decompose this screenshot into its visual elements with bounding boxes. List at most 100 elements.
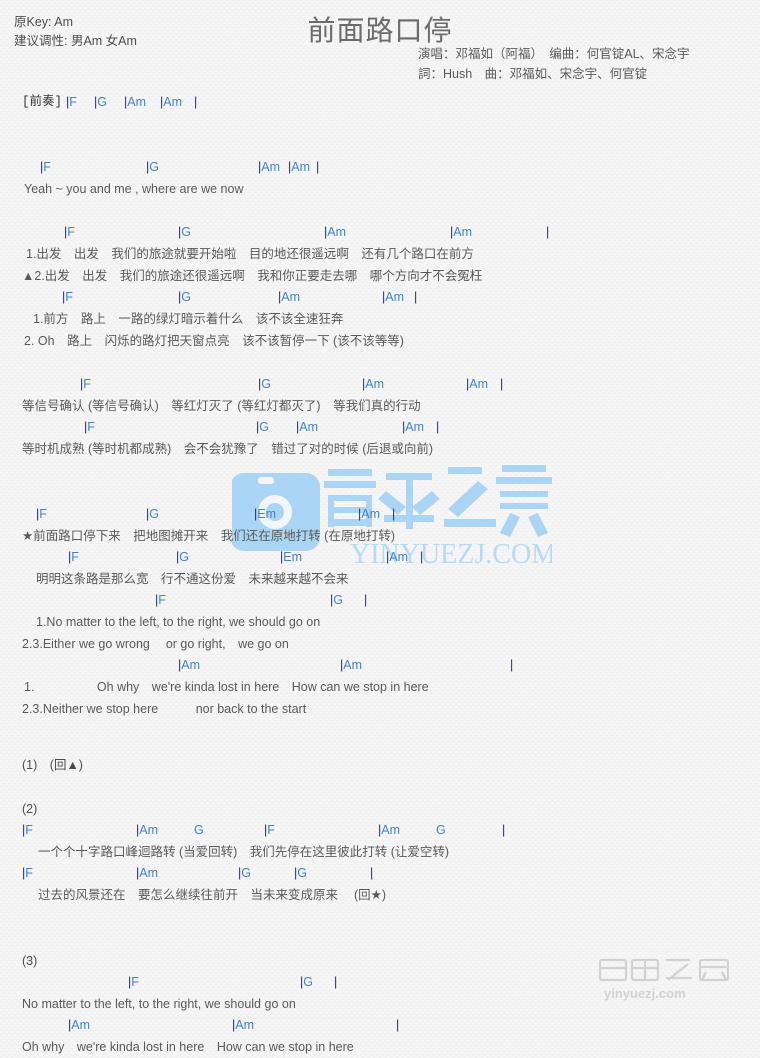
chord-symbol: G	[241, 866, 251, 880]
chord-symbol: Am	[343, 658, 362, 672]
part-2-chords-1: |F |Am G |F |Am G |	[0, 820, 760, 841]
chord-token: |Am	[358, 504, 380, 525]
lyric-text: 1.前方 路上 一路的绿灯暗示着什么 该不该全速狂奔	[33, 312, 344, 326]
intro-label: [前奏]	[22, 95, 63, 109]
bar-separator: |	[370, 866, 374, 880]
chord-token: |Em	[280, 547, 302, 568]
chord-symbol: Am	[291, 160, 310, 174]
page-title: 前面路口停	[307, 15, 453, 46]
chord-symbol: Am	[181, 658, 200, 672]
part-3-label: (3)	[0, 950, 760, 972]
intro-line: [前奏] |F |G |Am |Am |	[0, 92, 760, 113]
verse-2-lyric-2: 2. Oh 路上 闪烁的路灯把天窗点亮 该不该暂停一下 (该不该等等)	[0, 330, 760, 352]
chord-token: |F	[66, 92, 77, 113]
chorus-2-chords: |F |G |Em |Am |	[0, 547, 760, 568]
lyric-text: 一个个十字路口峰迴路转 (当爱回转) 我们先停在这里彼此打转 (让爱空转)	[38, 845, 450, 859]
chord-symbol: Em	[257, 507, 276, 521]
part-2-lyric-2-1: 过去的风景还在 要怎么继续往前开 当未来变成原来 (回★)	[0, 884, 760, 906]
lyric-text: No matter to the left, to the right, we …	[22, 997, 296, 1011]
chord-symbol: G	[181, 225, 191, 239]
chord-symbol: F	[87, 420, 95, 434]
chord-token: |F	[264, 820, 275, 841]
chord-symbol: Am	[405, 420, 424, 434]
bar-separator: |	[502, 823, 506, 837]
bar-separator: |	[396, 1018, 400, 1032]
bar-separator: |	[546, 225, 550, 239]
chord-symbol: G	[436, 823, 446, 837]
lyric-text: ★前面路口停下来 把地图摊开来 我们还在原地打转 (在原地打转)	[22, 529, 396, 543]
verse-2-chords: |F |G |Am |Am |	[0, 287, 760, 308]
chord-token: |Am	[232, 1015, 254, 1036]
chord-symbol: Am	[327, 225, 346, 239]
chord-symbol: Am	[381, 823, 400, 837]
chord-token: |Am	[466, 374, 488, 395]
chord-token: |	[392, 504, 395, 525]
chord-token: |F	[68, 547, 79, 568]
chord-token: |Am	[160, 92, 182, 113]
chord-symbol: Am	[71, 1018, 90, 1032]
credits: 演唱：邓福如（阿福） 编曲：何官锭AL、宋念宇 詞：Hush 曲：邓福如、宋念宇…	[418, 44, 690, 84]
chord-token: |F	[62, 287, 73, 308]
chord-symbol: G	[259, 420, 269, 434]
chord-token: |Am	[386, 547, 408, 568]
chord-symbol: G	[97, 95, 107, 109]
chord-symbol: F	[25, 823, 33, 837]
part-1-label-text: (1) (回▲)	[22, 758, 83, 772]
chord-symbol: F	[267, 823, 275, 837]
lyric-text: 1. Oh why we're kinda lost in here How c…	[24, 680, 429, 694]
chord-token: |Am	[362, 374, 384, 395]
part-3-chords-2: |Am |Am |	[0, 1015, 760, 1036]
bar-separator: |	[414, 290, 418, 304]
chord-token: |G	[238, 863, 251, 884]
chord-symbol: F	[25, 866, 33, 880]
chorus-2-lyric-1: 明明这条路是那么宽 行不通这份爱 未来越来越不会来	[0, 568, 760, 590]
chord-symbol: Am	[139, 866, 158, 880]
lyric-text: 2.3.Neither we stop here nor back to the…	[22, 702, 307, 716]
chord-symbol: F	[43, 160, 51, 174]
chord-token: |F	[64, 222, 75, 243]
chord-symbol: F	[65, 290, 73, 304]
bar-separator: |	[510, 658, 514, 672]
lyric-text: 1.出发 出发 我们的旅途就要开始啦 目的地还很遥远啊 还有几个路口在前方	[26, 247, 474, 261]
chorus-4-lyric-2: 2.3.Neither we stop here nor back to the…	[0, 698, 760, 720]
chord-symbol: Am	[299, 420, 318, 434]
verse-1-lyric-1: 1.出发 出发 我们的旅途就要开始啦 目的地还很遥远啊 还有几个路口在前方	[0, 243, 760, 265]
chord-symbol: F	[39, 507, 47, 521]
chord-token: |Am	[402, 417, 424, 438]
chord-symbol: Am	[281, 290, 300, 304]
chord-symbol: G	[303, 975, 313, 989]
part-2-lyric-1-1: 一个个十字路口峰迴路转 (当爱回转) 我们先停在这里彼此打转 (让爱空转)	[0, 841, 760, 863]
part-1-label: (1) (回▲)	[0, 754, 760, 776]
chord-token: |Am	[136, 863, 158, 884]
chord-symbol: G	[333, 593, 343, 607]
bar-separator: |	[364, 593, 368, 607]
bar-separator: |	[436, 420, 440, 434]
chord-token: |G	[330, 590, 343, 611]
chord-token: |	[414, 287, 417, 308]
chord-token: |	[546, 222, 549, 243]
chorus-4-lyric-1: 1. Oh why we're kinda lost in here How c…	[0, 676, 760, 698]
chord-token: |	[364, 590, 367, 611]
chord-token: |Am	[378, 820, 400, 841]
chord-symbol: G	[261, 377, 271, 391]
chord-token: G	[436, 820, 446, 841]
chord-token: |Am	[136, 820, 158, 841]
chord-symbol: Am	[139, 823, 158, 837]
bar-separator: |	[316, 160, 320, 174]
chord-symbol: Am	[163, 95, 182, 109]
credit-lyricist-composer: 詞：Hush 曲：邓福如、宋念宇、何官锭	[418, 67, 648, 81]
chord-symbol: G	[179, 550, 189, 564]
pre-chorus-2-lyric-1: 等时机成熟 (等时机都成熟) 会不会犹豫了 错过了对的时候 (后退或向前)	[0, 438, 760, 460]
chord-token: |G	[94, 92, 107, 113]
chorus-3-lyric-2: 2.3.Either we go wrong or go right, we g…	[0, 633, 760, 655]
chord-symbol: F	[131, 975, 139, 989]
bar-separator: |	[194, 95, 198, 109]
chord-token: |F	[40, 157, 51, 178]
pre-chorus-1-chords: |F |G |Am |Am |	[0, 374, 760, 395]
chord-token: |	[396, 1015, 399, 1036]
lyric-text: 明明这条路是那么宽 行不通这份爱 未来越来越不会来	[36, 572, 349, 586]
chord-token: |Am	[450, 222, 472, 243]
chord-token: |	[316, 157, 319, 178]
chord-symbol: Am	[361, 507, 380, 521]
chord-token: |F	[128, 972, 139, 993]
